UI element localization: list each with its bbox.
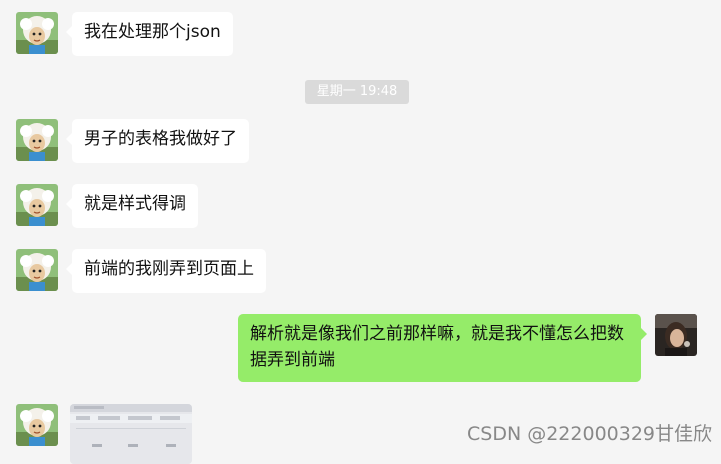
chat-window: 我在处理那个json 星期一 19:48 男子的表格我做好了 就是样式得调 前端…: [0, 0, 721, 464]
sheep-avatar-icon[interactable]: [16, 12, 58, 54]
message-bubble[interactable]: 前端的我刚弄到页面上: [66, 249, 266, 293]
csdn-watermark: CSDN @222000329甘佳欣: [467, 423, 713, 445]
sheep-avatar-icon[interactable]: [16, 119, 58, 161]
screenshot-image-thumbnail[interactable]: [70, 404, 192, 464]
message-bubble-outgoing[interactable]: 解析就是像我们之前那样嘛，就是我不懂怎么把数据弄到前端: [238, 314, 647, 382]
time-divider: 星期一 19:48: [305, 80, 409, 104]
user-avatar-icon[interactable]: [655, 314, 697, 356]
message-bubble[interactable]: 就是样式得调: [66, 184, 198, 228]
sheep-avatar-icon[interactable]: [16, 249, 58, 291]
message-bubble[interactable]: 男子的表格我做好了: [66, 119, 249, 163]
sheep-avatar-icon[interactable]: [16, 404, 58, 446]
message-bubble[interactable]: 我在处理那个json: [66, 12, 233, 56]
message-text: 就是样式得调: [84, 194, 186, 214]
sheep-avatar-icon[interactable]: [16, 184, 58, 226]
message-text: 男子的表格我做好了: [84, 129, 237, 149]
message-text: 解析就是像我们之前那样嘛，就是我不懂怎么把数据弄到前端: [250, 324, 624, 370]
message-text: 我在处理那个json: [84, 22, 221, 42]
message-text: 前端的我刚弄到页面上: [84, 259, 254, 279]
